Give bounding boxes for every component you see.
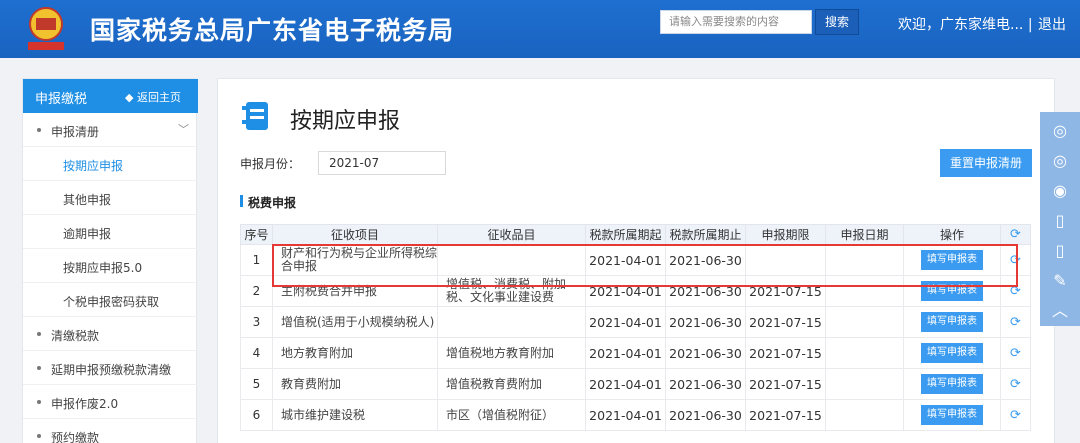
fill-form-button[interactable]: 填写申报表 [921, 405, 983, 425]
bullet-icon [37, 366, 41, 370]
col-period-start: 税款所属期起 [585, 224, 666, 245]
search-input[interactable]: 请输入需要搜索的内容 [660, 10, 812, 34]
sidebar-item-settle-tax[interactable]: 清缴税款 [23, 317, 198, 351]
bullet-icon [37, 434, 41, 438]
back-arrow-icon: ◆ [125, 91, 137, 104]
table-row: 6 城市维护建设税 市区（增值税附征） 2021-04-01 2021-06-3… [240, 399, 1031, 431]
col-action: 操作 [903, 224, 1001, 245]
welcome-user: 欢迎，广东家维电... | [898, 17, 1033, 33]
sidebar-item-scheduled-payment[interactable]: 预约缴款 [23, 419, 198, 443]
bullet-icon [37, 400, 41, 404]
fill-form-button[interactable]: 填写申报表 [921, 374, 983, 394]
col-item: 征收项目 [272, 224, 438, 245]
declaration-icon [242, 102, 268, 130]
float-toolbar: ◎ ◎ ◉ ▯ ▯ ✎ ︿ [1040, 112, 1080, 326]
sidebar-item-void-declaration[interactable]: 申报作废2.0 [23, 385, 198, 419]
fill-form-button[interactable]: 填写申报表 [921, 343, 983, 363]
chevron-down-icon: ﹀ [178, 123, 189, 136]
table-row: 4 地方教育附加 增值税地方教育附加 2021-04-01 2021-06-30… [240, 337, 1031, 369]
wechat-alt-icon[interactable]: ◎ [1040, 146, 1080, 176]
back-home-link[interactable]: ◆ 返回主页 [125, 89, 181, 105]
logout-link[interactable]: 退出 [1038, 14, 1066, 34]
wechat-icon[interactable]: ◎ [1040, 116, 1080, 146]
sidebar-header: 申报缴税 ◆ 返回主页 [23, 79, 198, 113]
site-title: 国家税务总局广东省电子税务局 [90, 16, 455, 45]
sidebar-item-deferred-settlement[interactable]: 延期申报预缴税款清缴 [23, 351, 198, 385]
fill-form-button[interactable]: 填写申报表 [921, 312, 983, 332]
section-title: 税费申报 [248, 196, 297, 210]
period-input[interactable]: 2021-07 [318, 151, 446, 175]
weibo-icon[interactable]: ◉ [1040, 176, 1080, 206]
bullet-icon [37, 128, 41, 132]
mobile-icon[interactable]: ▯ [1040, 206, 1080, 236]
col-no: 序号 [240, 224, 273, 245]
bullet-icon [37, 332, 41, 336]
refresh-icon[interactable]: ⟳ [1010, 377, 1021, 392]
refresh-icon[interactable]: ⟳ [1010, 408, 1021, 423]
refresh-icon[interactable]: ⟳ [1010, 346, 1021, 361]
col-deadline: 申报期限 [745, 224, 826, 245]
top-header: 国家税务总局广东省电子税务局 请输入需要搜索的内容 搜索 欢迎，广东家维电...… [0, 0, 1080, 58]
refresh-icon[interactable]: ⟳ [1010, 315, 1021, 330]
search-button[interactable]: 搜索 [815, 9, 859, 35]
edit-icon[interactable]: ✎ [1040, 266, 1080, 296]
sidebar: 申报缴税 ◆ 返回主页 申报清册 ﹀ 按期应申报 其他申报 逾期申报 按期应申报5… [22, 78, 198, 443]
col-period-end: 税款所属期止 [665, 224, 746, 245]
refresh-all-icon[interactable]: ⟳ [1000, 224, 1031, 245]
row-highlight-box [272, 244, 1018, 287]
table-row: 3 增值税(适用于小规模纳税人) 2021-04-01 2021-06-30 2… [240, 306, 1031, 338]
reset-declaration-list-button[interactable]: 重置申报清册 [940, 149, 1032, 177]
sidebar-item-iit-password[interactable]: 个税申报密码获取 [23, 283, 198, 317]
sidebar-item-declaration-list[interactable]: 申报清册 ﹀ [23, 113, 198, 147]
sidebar-item-overdue-declaration[interactable]: 逾期申报 [23, 215, 198, 249]
col-declare-date: 申报日期 [825, 224, 904, 245]
table-row: 5 教育费附加 增值税教育费附加 2021-04-01 2021-06-30 2… [240, 368, 1031, 400]
sidebar-item-periodic-declaration[interactable]: 按期应申报 [23, 147, 198, 181]
tax-emblem-icon [28, 7, 64, 50]
back-to-top-icon[interactable]: ︿ [1040, 296, 1080, 326]
col-sub-item: 征收品目 [437, 224, 586, 245]
tablet-icon[interactable]: ▯ [1040, 236, 1080, 266]
sidebar-title: 申报缴税 [35, 92, 88, 107]
sidebar-item-periodic-declaration-5[interactable]: 按期应申报5.0 [23, 249, 198, 283]
table-header-row: 序号 征收项目 征收品目 税款所属期起 税款所属期止 申报期限 申报日期 操作 … [240, 224, 1031, 245]
period-label: 申报月份： [240, 157, 301, 171]
sidebar-item-other-declaration[interactable]: 其他申报 [23, 181, 198, 215]
section-marker [240, 195, 243, 207]
page-title: 按期应申报 [290, 109, 401, 134]
